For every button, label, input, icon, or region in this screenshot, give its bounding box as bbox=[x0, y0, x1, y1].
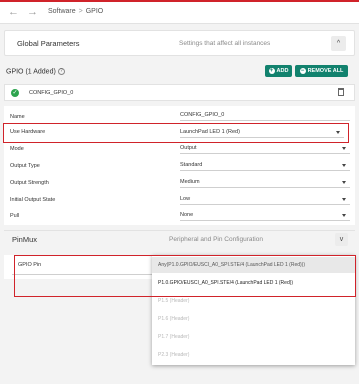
instance-name: CONFIG_GPIO_0 bbox=[29, 90, 74, 96]
pinmux-panel[interactable]: PinMux Peripheral and Pin Configuration … bbox=[4, 230, 355, 247]
expand-chevron-down-icon[interactable]: v bbox=[335, 233, 348, 246]
pull-select[interactable]: None bbox=[180, 210, 350, 221]
use-hardware-label: Use Hardware bbox=[10, 129, 46, 135]
navigation-bar: ← → Software > GPIO bbox=[0, 2, 359, 24]
mode-label: Mode bbox=[10, 146, 24, 152]
output-type-select[interactable]: Standard bbox=[180, 160, 350, 171]
output-strength-value: Medium bbox=[180, 179, 200, 185]
dropdown-caret-icon bbox=[336, 131, 340, 134]
breadcrumb: Software > GPIO bbox=[48, 6, 103, 18]
add-button-label: ADD bbox=[276, 68, 289, 74]
global-parameters-title: Global Parameters bbox=[17, 39, 80, 48]
collapse-chevron-up-icon[interactable]: ^ bbox=[331, 36, 346, 51]
delete-trash-icon[interactable] bbox=[338, 88, 344, 96]
output-type-label: Output Type bbox=[10, 163, 40, 169]
breadcrumb-software[interactable]: Software bbox=[48, 8, 76, 15]
pinmux-subtitle: Peripheral and Pin Configuration bbox=[169, 236, 263, 243]
gpio-instance-row[interactable]: ✓ CONFIG_GPIO_0 bbox=[4, 84, 355, 101]
mode-value: Output bbox=[180, 145, 197, 151]
gpio-pin-highlight bbox=[14, 255, 356, 297]
name-field[interactable]: CONFIG_GPIO_0 bbox=[180, 110, 350, 121]
gpio-section-heading: GPIO (1 Added)? bbox=[6, 68, 65, 75]
plus-icon: + bbox=[268, 67, 275, 74]
initial-output-state-label: Initial Output State bbox=[10, 197, 56, 203]
remove-icon: − bbox=[299, 67, 306, 74]
dropdown-caret-icon bbox=[342, 181, 346, 184]
initial-output-state-select[interactable]: Low bbox=[180, 194, 350, 205]
forward-arrow-icon[interactable]: → bbox=[27, 5, 38, 19]
help-info-icon[interactable]: ? bbox=[57, 68, 65, 75]
dropdown-caret-icon bbox=[342, 147, 346, 150]
dropdown-option[interactable]: P1.6 (Header) bbox=[152, 311, 355, 327]
dropdown-option[interactable]: P1.7 (Header) bbox=[152, 329, 355, 345]
remove-all-label: REMOVE ALL bbox=[307, 68, 344, 74]
breadcrumb-separator: > bbox=[78, 8, 83, 15]
initial-output-state-value: Low bbox=[180, 196, 191, 202]
use-hardware-value: LaunchPad LED 1 (Red) bbox=[180, 129, 240, 135]
remove-all-button[interactable]: − REMOVE ALL bbox=[295, 65, 348, 77]
output-type-value: Standard bbox=[180, 162, 203, 168]
name-label: Name bbox=[10, 114, 25, 120]
dropdown-caret-icon bbox=[342, 198, 346, 201]
dropdown-caret-icon bbox=[342, 214, 346, 217]
breadcrumb-gpio[interactable]: GPIO bbox=[86, 8, 104, 15]
global-parameters-panel[interactable]: Global Parameters Settings that affect a… bbox=[4, 30, 355, 56]
pull-label: Pull bbox=[10, 213, 20, 219]
gpio-heading-text: GPIO (1 Added) bbox=[6, 68, 56, 76]
gpio-config-form: Name CONFIG_GPIO_0 Use Hardware LaunchPa… bbox=[3, 106, 355, 225]
add-button[interactable]: + ADD bbox=[265, 65, 292, 77]
back-arrow-icon[interactable]: ← bbox=[8, 5, 19, 19]
valid-check-icon: ✓ bbox=[11, 89, 19, 97]
global-parameters-subtitle: Settings that affect all instances bbox=[179, 40, 271, 47]
dropdown-option[interactable]: P2.3 (Header) bbox=[152, 347, 355, 363]
pinmux-title: PinMux bbox=[12, 235, 38, 244]
output-strength-select[interactable]: Medium bbox=[180, 177, 350, 188]
dropdown-caret-icon bbox=[342, 164, 346, 167]
mode-select[interactable]: Output bbox=[180, 143, 350, 154]
pull-value: None bbox=[180, 212, 194, 218]
use-hardware-select[interactable]: LaunchPad LED 1 (Red) bbox=[180, 127, 344, 138]
output-strength-label: Output Strength bbox=[10, 180, 49, 186]
